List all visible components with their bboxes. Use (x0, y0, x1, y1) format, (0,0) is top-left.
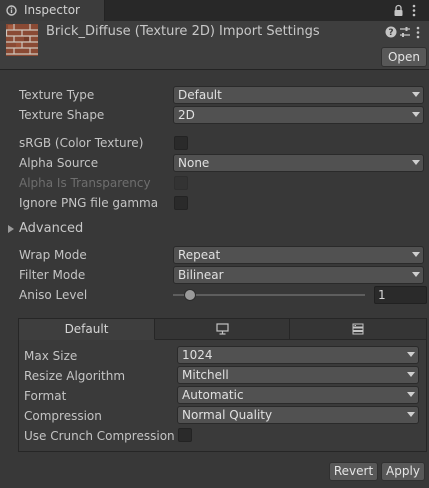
server-icon (352, 323, 364, 335)
texture-shape-dropdown[interactable]: 2D (173, 106, 424, 124)
filter-mode-value: Bilinear (178, 268, 224, 282)
format-value: Automatic (182, 388, 244, 402)
inspector-tab-bar: Inspector (0, 0, 429, 22)
srgb-checkbox[interactable] (174, 136, 188, 150)
monitor-icon (215, 323, 229, 335)
svg-text:?: ? (388, 28, 393, 38)
wrap-mode-dropdown[interactable]: Repeat (173, 246, 424, 264)
inspector-tab[interactable]: Inspector (0, 0, 105, 21)
alpha-transparency-label: Alpha Is Transparency (19, 176, 151, 190)
preset-icon[interactable] (399, 26, 411, 38)
chevron-down-icon (407, 372, 415, 377)
header-menu-icon[interactable] (415, 26, 421, 39)
texture-type-value: Default (178, 88, 222, 102)
max-size-label: Max Size (24, 349, 78, 363)
brick-texture-thumbnail (6, 24, 38, 56)
compression-dropdown[interactable]: Normal Quality (177, 406, 419, 424)
lock-icon[interactable] (393, 4, 404, 17)
use-crunch-compression-label: Use Crunch Compression (24, 429, 175, 443)
ignore-png-gamma-label: Ignore PNG file gamma (19, 196, 159, 210)
compression-label: Compression (24, 409, 102, 423)
filter-mode-dropdown[interactable]: Bilinear (173, 266, 424, 284)
tab-default-label: Default (64, 322, 109, 336)
resize-algorithm-dropdown[interactable]: Mitchell (177, 366, 419, 384)
inspector-tab-label: Inspector (24, 3, 80, 17)
tab-default[interactable]: Default (19, 319, 155, 340)
chevron-down-icon (407, 392, 415, 397)
inspector-icon (6, 5, 17, 16)
texture-type-dropdown[interactable]: Default (173, 86, 424, 104)
texture-type-label: Texture Type (19, 88, 95, 102)
srgb-label: sRGB (Color Texture) (19, 136, 144, 150)
aniso-level-input[interactable]: 1 (374, 286, 427, 304)
ignore-png-gamma-checkbox[interactable] (174, 196, 188, 210)
tab-server[interactable] (290, 319, 426, 340)
chevron-down-icon (407, 352, 415, 357)
chevron-down-icon (407, 412, 415, 417)
import-settings-header: Brick_Diffuse (Texture 2D) Import Settin… (0, 21, 429, 70)
texture-shape-label: Texture Shape (19, 108, 105, 122)
revert-button[interactable]: Revert (329, 462, 378, 481)
chevron-down-icon (412, 92, 420, 97)
max-size-value: 1024 (182, 348, 213, 362)
aniso-level-slider-handle[interactable] (184, 289, 196, 301)
filter-mode-label: Filter Mode (19, 268, 86, 282)
compression-value: Normal Quality (182, 408, 273, 422)
kebab-menu-icon[interactable] (411, 4, 417, 17)
chevron-down-icon (412, 252, 420, 257)
chevron-down-icon (412, 160, 420, 165)
chevron-right-icon (8, 225, 14, 233)
alpha-source-dropdown[interactable]: None (173, 154, 424, 172)
format-dropdown[interactable]: Automatic (177, 386, 419, 404)
alpha-source-label: Alpha Source (19, 156, 99, 170)
use-crunch-compression-checkbox[interactable] (178, 428, 192, 442)
texture-shape-value: 2D (178, 108, 195, 122)
help-icon[interactable]: ? (385, 26, 397, 38)
aniso-level-slider-track[interactable] (173, 294, 365, 296)
alpha-source-value: None (178, 156, 210, 170)
resize-algorithm-value: Mitchell (182, 368, 229, 382)
alpha-transparency-checkbox (174, 176, 188, 190)
advanced-label: Advanced (19, 221, 84, 236)
resize-algorithm-label: Resize Algorithm (24, 369, 126, 383)
chevron-down-icon (412, 272, 420, 277)
open-button[interactable]: Open (381, 47, 427, 67)
max-size-dropdown[interactable]: 1024 (177, 346, 419, 364)
chevron-down-icon (412, 112, 420, 117)
format-label: Format (24, 389, 67, 403)
apply-button[interactable]: Apply (381, 462, 425, 481)
tab-standalone[interactable] (155, 319, 290, 340)
wrap-mode-value: Repeat (178, 248, 221, 262)
wrap-mode-label: Wrap Mode (19, 248, 87, 262)
page-title: Brick_Diffuse (Texture 2D) Import Settin… (46, 24, 320, 39)
aniso-level-label: Aniso Level (19, 288, 88, 302)
